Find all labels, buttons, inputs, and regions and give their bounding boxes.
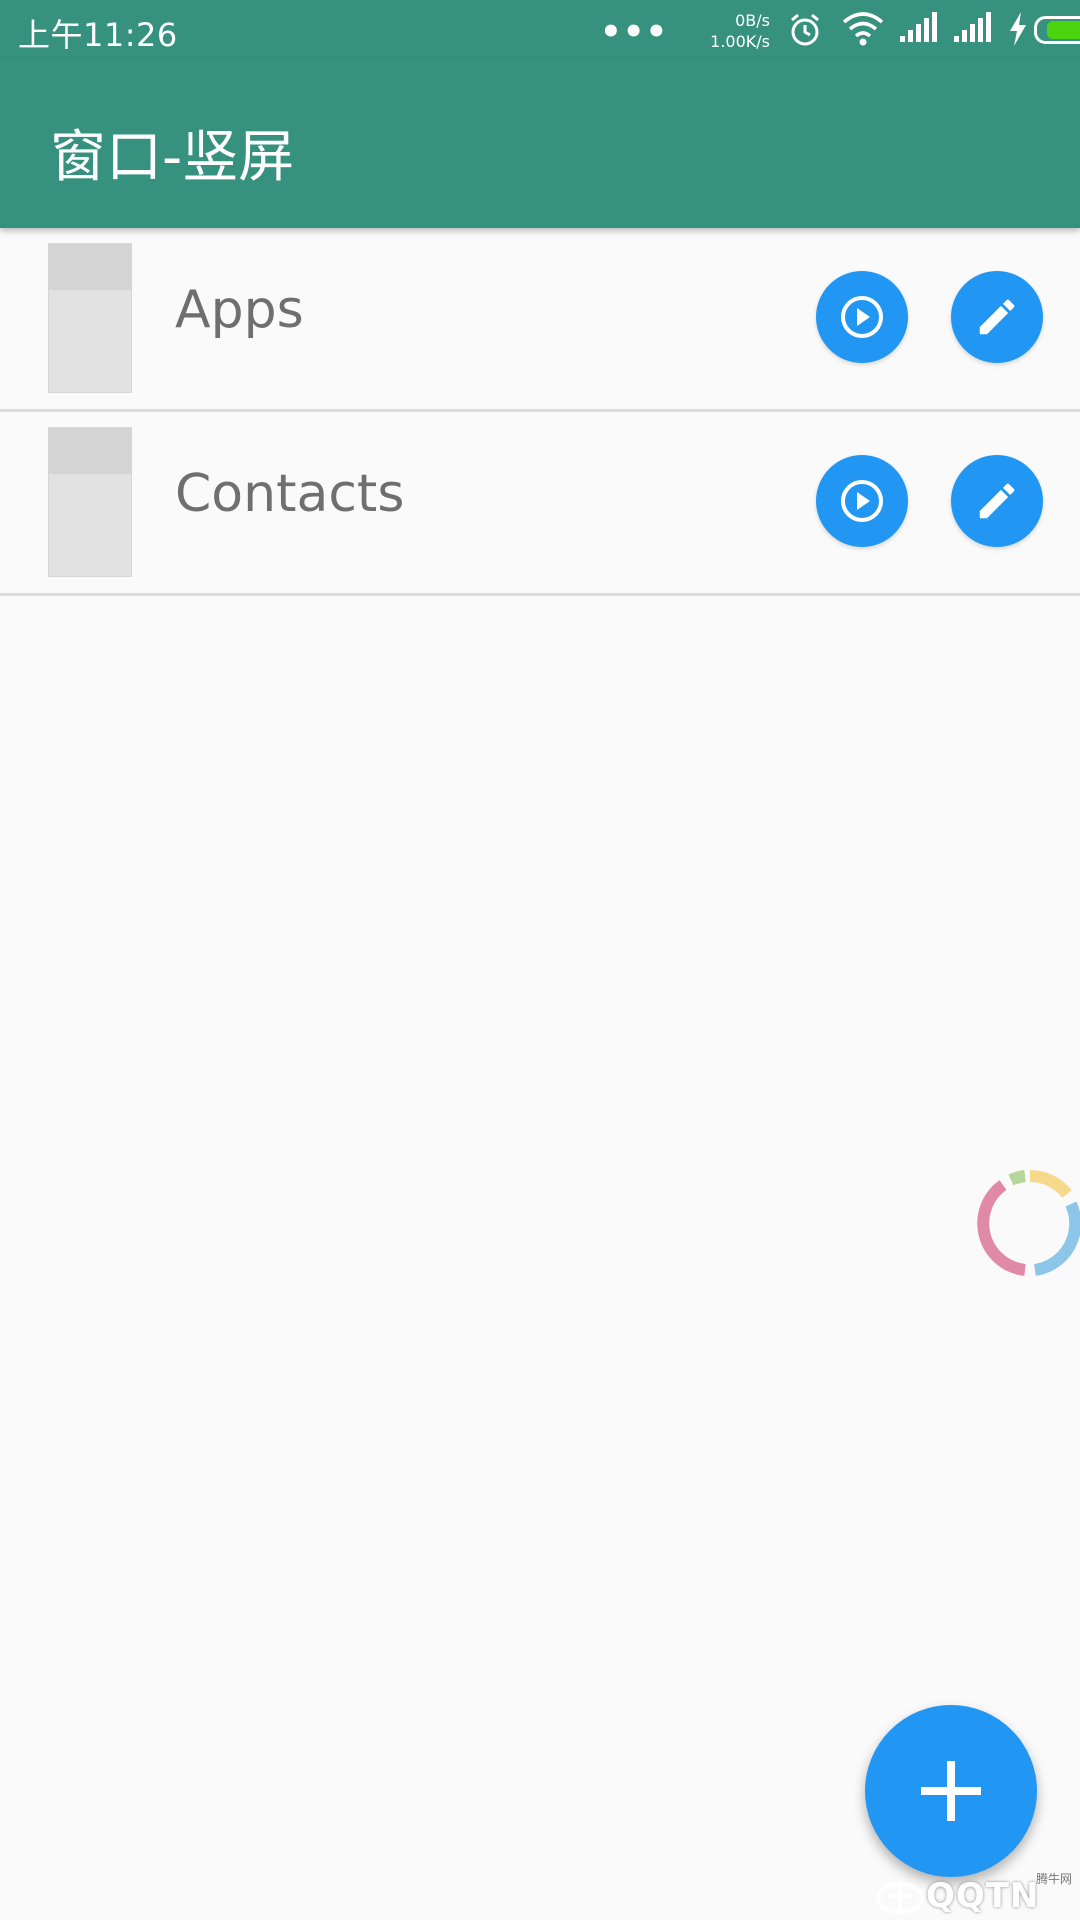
watermark: QQTN 腾牛网: [870, 1870, 1080, 1920]
edit-button[interactable]: [951, 271, 1043, 363]
signal-icon: [900, 12, 937, 42]
plus-icon: [921, 1761, 981, 1821]
pencil-icon: [979, 483, 1015, 519]
play-icon: [841, 296, 883, 338]
pencil-icon: [979, 299, 1015, 335]
item-label: Apps: [175, 280, 304, 340]
play-button[interactable]: [816, 271, 908, 363]
add-button[interactable]: [865, 1705, 1037, 1877]
status-bar: 上午11:26 ••• 0B/s 1.00K/s: [0, 0, 1080, 60]
charging-icon: [1010, 12, 1026, 46]
list-item[interactable]: Contacts: [0, 412, 1080, 596]
edit-button[interactable]: [951, 455, 1043, 547]
thumbnail: [48, 243, 132, 393]
thumbnail: [48, 427, 132, 577]
network-speed: 0B/s 1.00K/s: [660, 10, 770, 52]
item-list: Apps Contacts: [0, 228, 1080, 596]
item-label: Contacts: [175, 464, 405, 524]
app-bar: 窗口-竖屏: [0, 60, 1080, 228]
page-title: 窗口-竖屏: [50, 125, 295, 190]
alarm-icon: [791, 13, 819, 46]
signal-icon-2: [954, 12, 991, 42]
floating-ball-icon[interactable]: [975, 1168, 1080, 1278]
play-button[interactable]: [816, 455, 908, 547]
play-icon: [841, 480, 883, 522]
wifi-icon: [842, 12, 884, 46]
net-up: 0B/s: [735, 11, 770, 30]
status-time: 上午11:26: [18, 16, 178, 54]
watermark-small: 腾牛网: [1035, 1872, 1072, 1886]
more-dots-icon: •••: [600, 12, 669, 52]
net-down: 1.00K/s: [710, 32, 770, 51]
battery-icon: [1034, 16, 1080, 44]
status-icons: ••• 0B/s 1.00K/s: [560, 0, 1080, 60]
watermark-text: QQTN: [926, 1876, 1040, 1916]
watermark-logo-icon: [876, 1882, 924, 1914]
list-item[interactable]: Apps: [0, 228, 1080, 412]
